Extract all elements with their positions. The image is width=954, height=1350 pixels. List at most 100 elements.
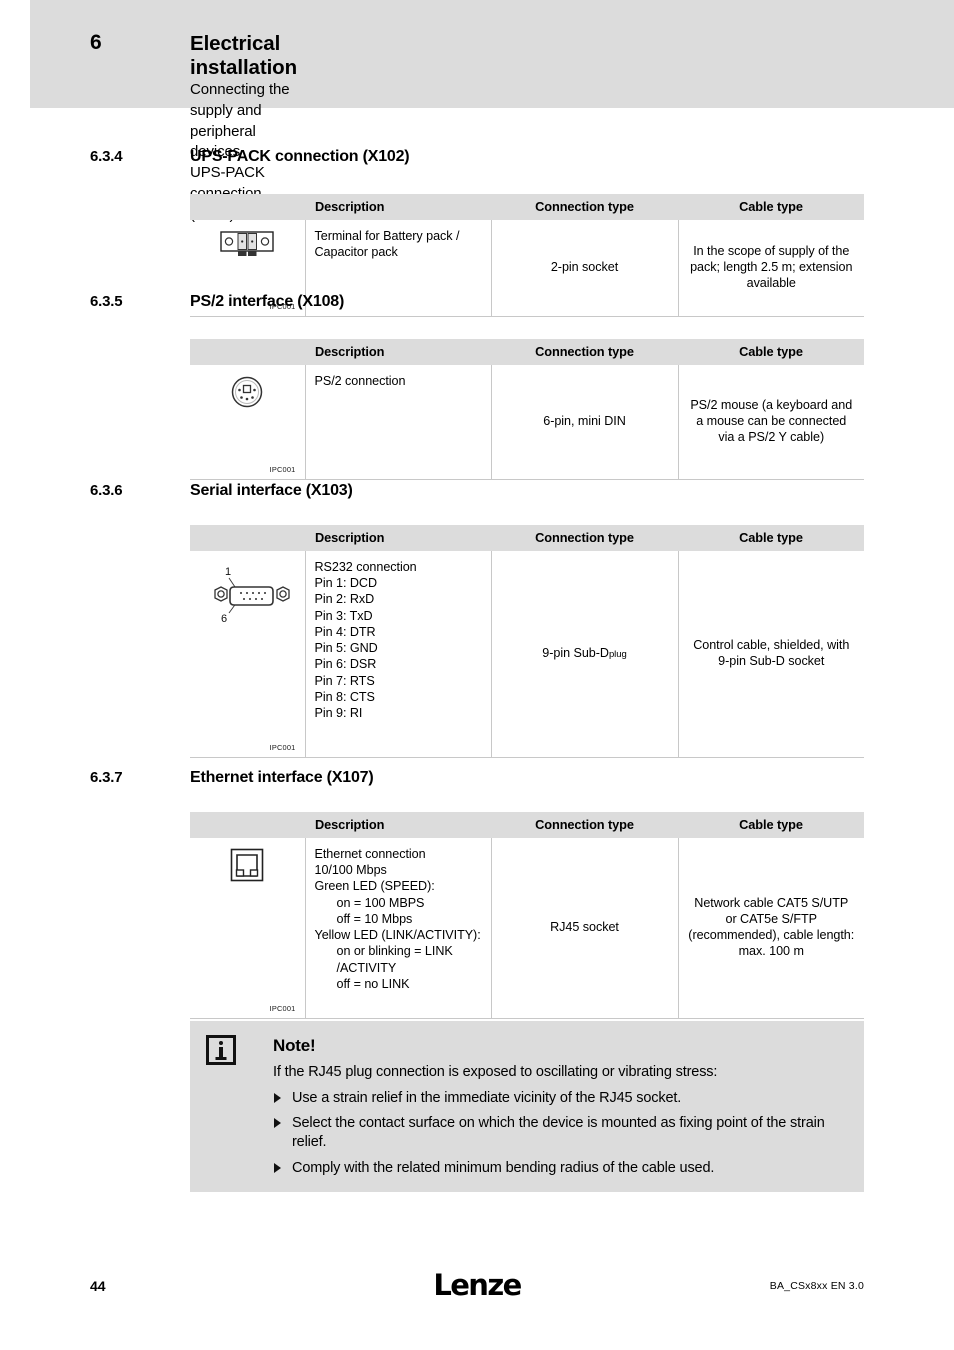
section-ups-pack: 6.3.4 UPS-PACK connection (X102) [0, 148, 954, 174]
note-list-item-text: Select the contact surface on which the … [292, 1115, 825, 1151]
lenze-logo: Lenze [433, 1268, 522, 1302]
triangle-bullet-icon [274, 1118, 281, 1128]
icon-caption: IPC001 [269, 1004, 296, 1014]
description-line: Pin 1: DCD [314, 576, 378, 591]
column-header-connection-type: Connection type [491, 812, 678, 838]
connection-type-cell: 6-pin, mini DIN [490, 365, 678, 480]
table-row: IPC001 Ethernet connection 10/100 Mbps G… [190, 838, 864, 1019]
connection-type-text: 9-pin Sub-D [542, 645, 609, 660]
info-icon-foot [215, 1057, 227, 1060]
section-number: 6.3.4 [90, 148, 123, 165]
description-line: Pin 5: GND [314, 641, 378, 656]
section-title: Ethernet interface (X107) [190, 769, 374, 786]
description-line: /ACTIVITY [336, 960, 397, 975]
table-header-row: Description Connection type Cable type [190, 339, 864, 365]
connector-icon-cell: IPC001 [190, 838, 305, 1019]
note-list-item-text: Use a strain relief in the immediate vic… [292, 1089, 682, 1106]
note-box: Note! If the RJ45 plug connection is exp… [190, 1021, 864, 1192]
section-heading: 6.3.7 Ethernet interface (X107) [0, 769, 954, 795]
column-header-description: Description [305, 339, 491, 365]
page-header-band: 6 Electrical installation Connecting the… [30, 0, 954, 223]
document-id: BA_CSx8xx EN 3.0 [769, 1280, 864, 1292]
note-header: Note! [206, 1035, 850, 1065]
page-number: 44 [90, 1278, 106, 1294]
triangle-bullet-icon [274, 1162, 281, 1173]
note-body: If the RJ45 plug connection is exposed t… [206, 1063, 850, 1178]
description-line: Pin 9: RI [314, 706, 363, 721]
column-header-description: Description [305, 812, 491, 838]
note-list-item: Use a strain relief in the immediate vic… [273, 1089, 850, 1108]
pin-label-bottom: 6 [221, 613, 227, 625]
description-line: Pin 8: CTS [314, 689, 375, 704]
connection-type-cell: 9-pin Sub-Dplug [490, 551, 678, 758]
description-cell: PS/2 connection [304, 365, 491, 480]
chapter-number: 6 [90, 31, 102, 54]
section-heading: 6.3.6 Serial interface (X103) [0, 482, 954, 508]
section-number: 6.3.7 [90, 769, 123, 786]
column-header-cable-type: Cable type [678, 812, 864, 838]
note-list-item-text: Comply with the related minimum bending … [292, 1159, 715, 1176]
description-line: Pin 7: RTS [314, 673, 375, 688]
column-header-icon [190, 812, 305, 838]
description-line: Green LED (SPEED): [314, 879, 435, 894]
column-header-connection-type: Connection type [491, 525, 678, 551]
table-header-row: Description Connection type Cable type [190, 194, 864, 220]
description-line: off = 10 Mbps [336, 911, 413, 926]
section-title: Serial interface (X103) [190, 482, 353, 499]
section-heading: 6.3.4 UPS-PACK connection (X102) [0, 148, 954, 174]
description-line: Terminal for Battery pack / [314, 229, 460, 243]
note-list-item: Comply with the related minimum bending … [273, 1159, 850, 1178]
description-line: Pin 2: RxD [314, 592, 375, 607]
note-list-item: Select the contact surface on which the … [273, 1114, 850, 1153]
section-ps2-interface: 6.3.5 PS/2 interface (X108) [0, 293, 954, 319]
cable-type-cell: PS/2 mouse (a keyboard and a mouse can b… [677, 365, 864, 480]
page-title: Electrical installation [190, 32, 298, 80]
table-header-row: Description Connection type Cable type [190, 812, 864, 838]
description-line: on or blinking = LINK [336, 944, 453, 959]
column-header-connection-type: Connection type [491, 194, 678, 220]
table-header-row: Description Connection type Cable type [190, 525, 864, 551]
section-number: 6.3.5 [90, 293, 123, 310]
sub-d-connector-icon: 1 6 [199, 563, 296, 629]
column-header-cable-type: Cable type [678, 194, 864, 220]
column-header-icon [190, 194, 305, 220]
description-line: Ethernet connection [314, 847, 426, 861]
column-header-cable-type: Cable type [678, 339, 864, 365]
section-number: 6.3.6 [90, 482, 123, 499]
icon-caption: IPC001 [269, 465, 296, 475]
description-line: Yellow LED (LINK/ACTIVITY): [314, 928, 481, 943]
cable-type-cell: Control cable, shielded, with 9-pin Sub-… [677, 551, 864, 758]
connector-icon-cell: 1 6 IPC001 [190, 551, 305, 758]
terminal-2pin-icon [199, 230, 296, 264]
description-line: on = 100 MBPS [336, 895, 425, 910]
description-line: off = no LINK [336, 976, 410, 991]
description-cell: Ethernet connection 10/100 Mbps Green LE… [304, 838, 491, 1019]
section-ethernet-interface: 6.3.7 Ethernet interface (X107) [0, 769, 954, 795]
connection-type-suffix: plug [608, 648, 627, 660]
description-cell: RS232 connection Pin 1: DCD Pin 2: RxD P… [304, 551, 491, 758]
column-header-icon [190, 339, 305, 365]
description-line: RS232 connection [314, 560, 417, 574]
description-line: Pin 3: TxD [314, 608, 373, 623]
cable-type-cell: Network cable CAT5 S/UTP or CAT5e S/FTP … [677, 838, 864, 1019]
connection-table-ps2: Description Connection type Cable type I… [190, 339, 864, 480]
column-header-connection-type: Connection type [491, 339, 678, 365]
pin-label-top: 1 [225, 566, 231, 578]
description-line: PS/2 connection [314, 374, 406, 388]
connection-table-serial: Description Connection type Cable type 1… [190, 525, 864, 758]
section-serial-interface: 6.3.6 Serial interface (X103) [0, 482, 954, 508]
section-title: UPS-PACK connection (X102) [190, 148, 410, 165]
triangle-bullet-icon [274, 1092, 281, 1103]
column-header-description: Description [305, 525, 491, 551]
table-row: IPC001 PS/2 connection 6-pin, mini DIN P… [190, 365, 864, 480]
description-line: 10/100 Mbps [314, 863, 387, 878]
note-intro-text: If the RJ45 plug connection is exposed t… [273, 1064, 718, 1080]
column-header-icon [190, 525, 305, 551]
page-footer: 44 Lenze BA_CSx8xx EN 3.0 [0, 1268, 954, 1308]
section-heading: 6.3.5 PS/2 interface (X108) [0, 293, 954, 319]
mini-din-connector-icon [199, 375, 296, 413]
description-line: Pin 6: DSR [314, 657, 377, 672]
rj45-socket-icon [199, 848, 296, 886]
connection-table-ethernet: Description Connection type Cable type I… [190, 812, 864, 1019]
icon-caption: IPC001 [269, 743, 296, 753]
